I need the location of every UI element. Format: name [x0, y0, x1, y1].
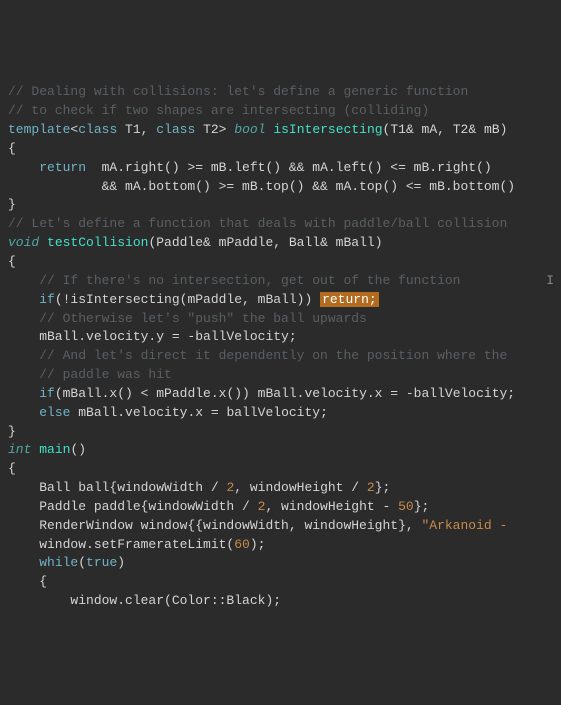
brace: }: [8, 423, 553, 442]
code-line: if(!isIntersecting(mPaddle, mBall)) retu…: [8, 291, 553, 310]
brace: }: [8, 196, 553, 215]
code-line: window.clear(Color::Black);: [8, 592, 553, 611]
code-line: if(mBall.x() < mPaddle.x()) mBall.veloci…: [8, 385, 553, 404]
brace: {: [8, 253, 553, 272]
code-line: && mA.bottom() >= mB.top() && mA.top() <…: [8, 178, 553, 197]
code-line: while(true): [8, 554, 553, 573]
comment: // If there's no intersection, get out o…: [8, 272, 553, 291]
comment: // paddle was hit: [8, 366, 553, 385]
text-cursor: I: [460, 273, 554, 288]
code-editor[interactable]: // Dealing with collisions: let's define…: [8, 83, 553, 611]
highlighted-return: return;: [320, 292, 379, 307]
code-line: void testCollision(Paddle& mPaddle, Ball…: [8, 234, 553, 253]
code-line: window.setFramerateLimit(60);: [8, 536, 553, 555]
code-line: Paddle paddle{windowWidth / 2, windowHei…: [8, 498, 553, 517]
brace: {: [8, 140, 553, 159]
code-line: return mA.right() >= mB.left() && mA.lef…: [8, 159, 553, 178]
code-line: Ball ball{windowWidth / 2, windowHeight …: [8, 479, 553, 498]
comment: // to check if two shapes are intersecti…: [8, 102, 553, 121]
code-line: mBall.velocity.y = -ballVelocity;: [8, 328, 553, 347]
code-line: int main(): [8, 441, 553, 460]
comment: // Dealing with collisions: let's define…: [8, 83, 553, 102]
comment: // Let's define a function that deals wi…: [8, 215, 553, 234]
comment: // And let's direct it dependently on th…: [8, 347, 553, 366]
comment: // Otherwise let's "push" the ball upwar…: [8, 310, 553, 329]
code-line: template<class T1, class T2> bool isInte…: [8, 121, 553, 140]
code-line: else mBall.velocity.x = ballVelocity;: [8, 404, 553, 423]
code-line: RenderWindow window{{windowWidth, window…: [8, 517, 553, 536]
brace: {: [8, 573, 553, 592]
brace: {: [8, 460, 553, 479]
